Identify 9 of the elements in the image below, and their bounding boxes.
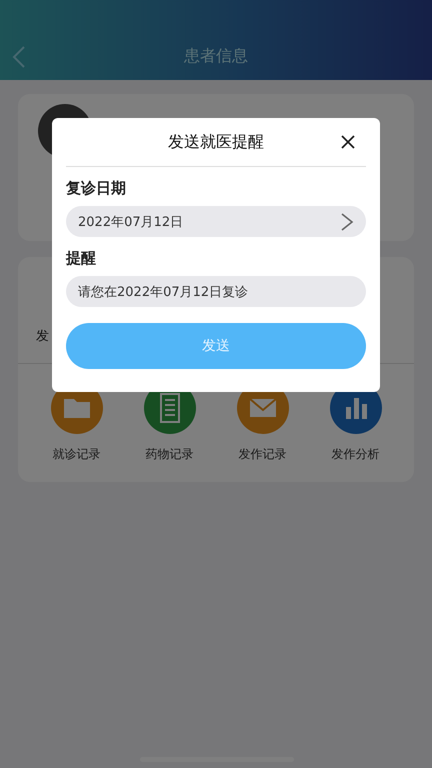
field-label: 复诊日期 <box>66 179 126 198</box>
field-label: 提醒 <box>66 249 96 268</box>
close-icon[interactable] <box>340 134 356 150</box>
action-label[interactable]: 发 <box>36 327 49 345</box>
chevron-right-icon <box>340 212 354 232</box>
page-title: 患者信息 <box>184 46 248 67</box>
date-picker-field[interactable]: 2022年07月12日 <box>66 206 366 237</box>
input-field[interactable]: 请您在2022年07月12日复诊 <box>66 276 366 307</box>
dialog-title: 发送就医提醒 <box>168 132 264 152</box>
